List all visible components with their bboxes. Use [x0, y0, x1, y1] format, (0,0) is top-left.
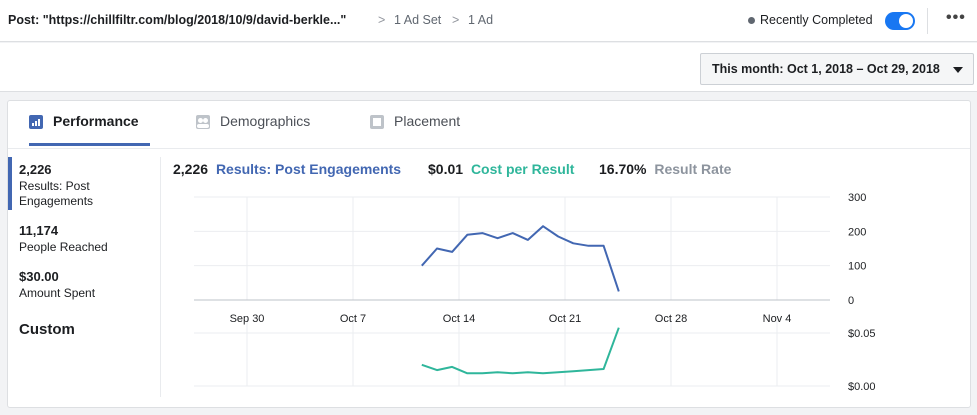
y-tick-label: 100: [848, 261, 866, 273]
post-title[interactable]: Post: "https://chillfiltr.com/blog/2018/…: [8, 13, 346, 27]
caret-down-icon: [953, 67, 963, 73]
x-tick-label: Nov 4: [763, 313, 792, 325]
performance-chart: 300 200 100 0 $0.05 $0.00 Sep 30 Oct 7 Oct 14 Oct…: [194, 192, 876, 393]
y-tick-label: 200: [848, 226, 866, 238]
y-tick-label: 0: [848, 295, 854, 307]
date-range-bar: This month: Oct 1, 2018 – Oct 29, 2018: [0, 43, 977, 92]
x-tick-label: Oct 28: [655, 313, 687, 325]
breadcrumb-ad-set[interactable]: 1 Ad Set: [394, 13, 441, 27]
x-tick-label: Oct 7: [340, 313, 366, 325]
x-tick-label: Oct 21: [549, 313, 581, 325]
x-tick-label: Oct 14: [443, 313, 475, 325]
status-dot-icon: [748, 17, 755, 24]
chevron-right-icon: >: [378, 13, 386, 27]
series-line-cost-per-result: [421, 327, 620, 375]
date-range-button[interactable]: This month: Oct 1, 2018 – Oct 29, 2018: [700, 53, 974, 85]
y-tick-label: $0.05: [848, 328, 876, 340]
y-tick-label: $0.00: [848, 381, 876, 393]
toggle-knob: [899, 14, 913, 28]
delivery-toggle[interactable]: [885, 12, 915, 30]
status-text: Recently Completed: [760, 13, 873, 27]
top-bar: Post: "https://chillfiltr.com/blog/2018/…: [0, 0, 977, 42]
x-tick-label: Sep 30: [230, 313, 265, 325]
more-options-icon[interactable]: •••: [946, 9, 966, 27]
series-line-post-engagements: [421, 225, 620, 292]
divider: [927, 8, 928, 34]
chevron-right-icon: >: [452, 13, 460, 27]
breadcrumb-ad[interactable]: 1 Ad: [468, 13, 493, 27]
date-range-label: This month: Oct 1, 2018 – Oct 29, 2018: [712, 62, 940, 76]
y-tick-label: 300: [848, 192, 866, 204]
insights-card: Performance Demographics Placement 2,226…: [7, 100, 971, 408]
